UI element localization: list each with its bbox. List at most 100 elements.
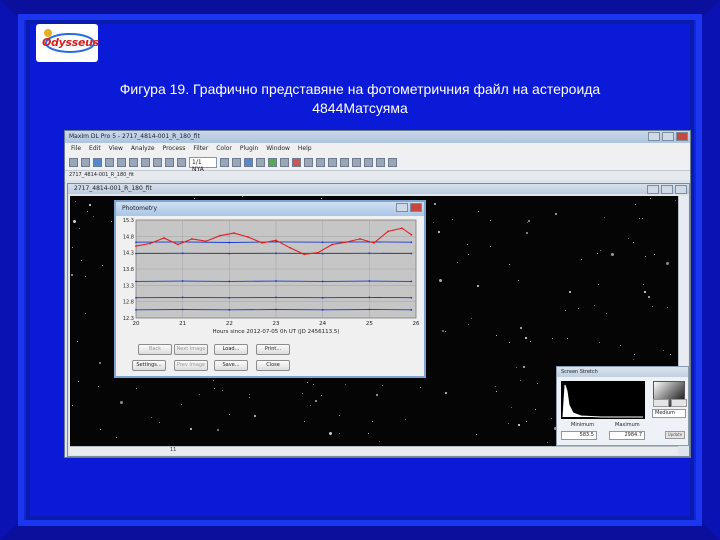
filter-icon[interactable] [304,158,313,167]
data-point [149,242,151,245]
zoom-in-icon[interactable] [165,158,174,167]
star [85,313,86,314]
menu-color[interactable]: Color [216,145,232,153]
data-point [331,243,333,246]
info-icon[interactable] [256,158,265,167]
star [190,428,192,430]
star [509,342,510,343]
stack-icon[interactable] [340,158,349,167]
star [242,196,243,197]
print-icon[interactable] [105,158,114,167]
photometry-close-x-button[interactable] [410,203,422,212]
star [72,405,73,406]
star [199,394,200,395]
star [321,198,322,199]
image-window-titlebar[interactable]: 2717_4814-001_R_180_fit [68,184,689,194]
calibrate-icon[interactable] [328,158,337,167]
stretch-apply-icon[interactable] [671,399,687,407]
minimize-button[interactable] [648,132,660,141]
data-point [410,252,413,255]
menu-window[interactable]: Window [266,145,290,153]
star [98,386,99,387]
align-icon[interactable] [352,158,361,167]
star [254,415,256,417]
data-point [387,230,389,233]
next-image-button[interactable]: Next Image [174,344,208,355]
screen-stretch-title[interactable]: Screen Stretch [557,367,688,377]
crosshair-icon[interactable] [244,158,253,167]
photometry-icon[interactable] [364,158,373,167]
menu-process[interactable]: Process [163,145,186,153]
paste-icon[interactable] [141,158,150,167]
star [304,421,305,422]
image-minimize-button[interactable] [647,185,659,194]
toolbar: 1/1 NYA [65,155,690,173]
stretch-mode-select[interactable]: Medium [652,409,686,418]
star [511,407,512,408]
camera-icon[interactable] [268,158,277,167]
new-file-icon[interactable] [69,158,78,167]
back-button[interactable]: Back [138,344,172,355]
copy-icon[interactable] [129,158,138,167]
star [442,330,444,332]
cut-icon[interactable] [117,158,126,167]
x-tick-label: 26 [413,321,420,327]
star [339,415,340,416]
save-icon[interactable] [93,158,102,167]
data-point [228,296,231,299]
histogram-icon[interactable] [316,158,325,167]
star [654,254,655,255]
image-close-button[interactable] [675,185,687,194]
close-button[interactable] [676,132,688,141]
undo-icon[interactable] [153,158,162,167]
update-button[interactable]: Update [665,431,685,439]
print-button[interactable]: Print... [256,344,290,355]
app-titlebar[interactable]: MaxIm DL Pro 5 - 2717_4814-001_R_180_fit [65,131,690,143]
menu-view[interactable]: View [109,145,123,153]
data-point [368,308,371,311]
maximize-button[interactable] [662,132,674,141]
star [229,414,230,415]
star [315,400,317,402]
menu-file[interactable]: File [71,145,81,153]
menu-analyze[interactable]: Analyze [131,145,155,153]
menu-help[interactable]: Help [298,145,312,153]
star [445,392,447,394]
open-folder-icon[interactable] [81,158,90,167]
maximum-field[interactable]: 2984.7 [609,431,645,440]
star [321,395,322,396]
star [445,331,446,332]
save-button[interactable]: Save... [214,360,248,371]
document-tab[interactable]: 2717_4814-001_R_180_fit [65,171,690,180]
zoom-out-icon[interactable] [177,158,186,167]
window-icon[interactable] [388,158,397,167]
app-title: MaxIm DL Pro 5 - 2717_4814-001_R_180_fit [69,133,200,140]
stretch-icon[interactable] [220,158,229,167]
minimum-field[interactable]: 583.5 [561,431,597,440]
graph-icon[interactable] [376,158,385,167]
data-point [410,296,413,299]
data-point [135,280,137,283]
photometry-titlebar[interactable]: Photometry [116,202,424,216]
image-maximize-button[interactable] [661,185,673,194]
menu-plugin[interactable]: Plugin [240,145,258,153]
settings-button[interactable]: Settings... [132,360,166,371]
data-point [191,238,193,240]
zoom-select[interactable]: 1/1 NYA [189,157,217,173]
load-button[interactable]: Load... [214,344,248,355]
menu-edit[interactable]: Edit [89,145,101,153]
histogram-plot [561,381,645,419]
star [376,394,378,396]
prev-image-button[interactable]: Prev Image [174,360,208,371]
telescope-icon[interactable] [280,158,289,167]
close-button[interactable]: Close [256,360,290,371]
photometry-help-button[interactable] [396,203,408,212]
menu-filter[interactable]: Filter [193,145,208,153]
stretch-settings-icon[interactable] [653,399,669,407]
data-point [321,296,324,299]
grid-icon[interactable] [232,158,241,167]
y-tick-label: 12.8 [123,300,134,306]
data-point [181,308,184,311]
target-icon[interactable] [292,158,301,167]
horizontal-scrollbar[interactable]: 11 [70,446,678,455]
